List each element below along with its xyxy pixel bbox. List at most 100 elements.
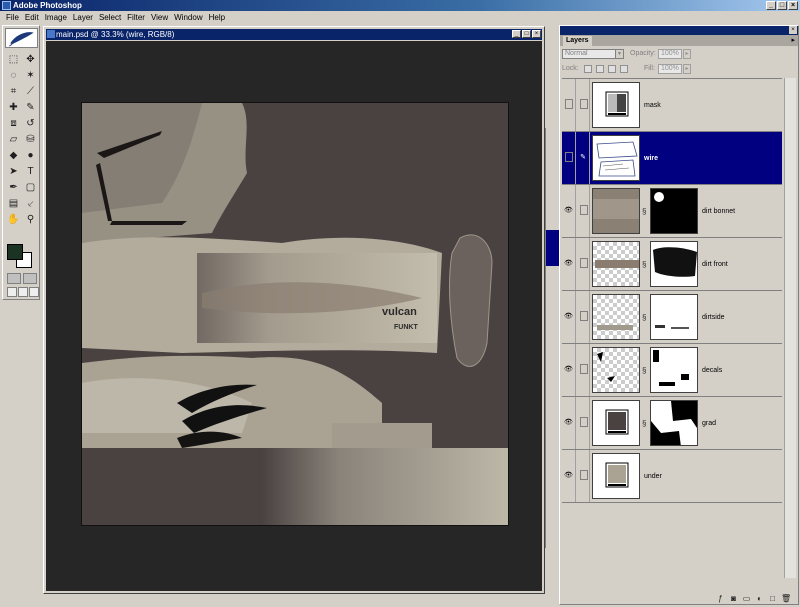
fill-arrow-icon[interactable]: ▸ xyxy=(683,64,691,74)
menu-edit[interactable]: Edit xyxy=(22,11,42,25)
path-selection-tool-icon[interactable]: ➤ xyxy=(5,163,22,179)
menu-layer[interactable]: Layer xyxy=(70,11,96,25)
lasso-tool-icon[interactable]: ◌ xyxy=(5,67,22,83)
layer-mask-thumbnail[interactable] xyxy=(650,400,698,446)
minimize-button[interactable]: _ xyxy=(766,1,776,10)
layer-mask-thumbnail[interactable] xyxy=(650,347,698,393)
opacity-field[interactable]: 100% xyxy=(658,49,682,59)
layer-row-under[interactable]: 👁 under xyxy=(562,450,782,503)
layer-row-decals[interactable]: 👁 § decals xyxy=(562,344,782,397)
type-tool-icon[interactable]: T xyxy=(22,163,39,179)
menu-file[interactable]: File xyxy=(3,11,22,25)
layer-mask-thumbnail[interactable] xyxy=(650,294,698,340)
lock-position-checkbox[interactable] xyxy=(608,65,616,73)
blend-mode-select[interactable]: Normal ▼ xyxy=(562,49,624,59)
hand-tool-icon[interactable]: ✋ xyxy=(5,211,22,227)
mask-link-icon[interactable]: § xyxy=(642,419,646,428)
layer-row-dirtside[interactable]: 👁 § dirtside xyxy=(562,291,782,344)
eraser-tool-icon[interactable]: ▱ xyxy=(5,131,22,147)
canvas-area[interactable]: vulcan FUNKT xyxy=(46,41,542,591)
history-brush-tool-icon[interactable]: ↺ xyxy=(22,115,39,131)
doc-minimize-button[interactable]: _ xyxy=(512,30,521,38)
healing-brush-tool-icon[interactable]: ✚ xyxy=(5,99,22,115)
palette-menu-arrow-icon[interactable]: ▸ xyxy=(791,36,795,44)
marquee-tool-icon[interactable]: ⬚ xyxy=(5,51,22,67)
feather-logo-icon[interactable] xyxy=(5,28,38,48)
trash-icon[interactable]: 🗑 xyxy=(781,594,791,603)
layer-row-dirt-bonnet[interactable]: 👁 § dirt bonnet xyxy=(562,185,782,238)
new-layer-icon[interactable]: □ xyxy=(768,594,777,603)
doc-close-button[interactable]: × xyxy=(532,30,541,38)
menu-select[interactable]: Select xyxy=(96,11,124,25)
layer-row-dirt-front[interactable]: 👁 § dirt front xyxy=(562,238,782,291)
eyedropper-tool-icon[interactable]: ⸔ xyxy=(22,195,39,211)
shape-tool-icon[interactable]: ▢ xyxy=(22,179,39,195)
menu-window[interactable]: Window xyxy=(171,11,205,25)
fill-field[interactable]: 100% xyxy=(658,64,682,74)
clone-stamp-tool-icon[interactable]: ⧈ xyxy=(5,115,22,131)
notes-tool-icon[interactable]: ▤ xyxy=(5,195,22,211)
menu-view[interactable]: View xyxy=(148,11,171,25)
layer-visibility-toggle[interactable]: 👁 xyxy=(562,344,576,396)
mask-link-icon[interactable]: § xyxy=(642,313,646,322)
zoom-tool-icon[interactable]: ⚲ xyxy=(22,211,39,227)
layer-link-toggle[interactable] xyxy=(577,79,590,131)
layer-row-wire[interactable]: ✎ wire xyxy=(562,132,782,185)
layer-mask-thumbnail[interactable] xyxy=(650,241,698,287)
layer-link-toggle[interactable] xyxy=(577,344,590,396)
layer-style-icon[interactable]: ƒ xyxy=(716,594,725,603)
layer-link-toggle[interactable] xyxy=(577,238,590,290)
move-tool-icon[interactable]: ✥ xyxy=(22,51,39,67)
opacity-arrow-icon[interactable]: ▸ xyxy=(683,49,691,59)
layer-visibility-toggle[interactable] xyxy=(562,132,576,184)
layer-link-toggle[interactable] xyxy=(577,185,590,237)
maximize-button[interactable]: □ xyxy=(777,1,787,10)
slice-tool-icon[interactable]: ⟋ xyxy=(22,83,39,99)
menu-help[interactable]: Help xyxy=(206,11,228,25)
magic-wand-tool-icon[interactable]: ✶ xyxy=(22,67,39,83)
layer-visibility-toggle[interactable]: 👁 xyxy=(562,291,576,343)
layer-visibility-toggle[interactable]: 👁 xyxy=(562,185,576,237)
menu-image[interactable]: Image xyxy=(42,11,70,25)
standard-mode-button[interactable] xyxy=(7,273,21,284)
screen-mode-full-button[interactable] xyxy=(29,287,39,297)
layer-link-toggle[interactable] xyxy=(577,291,590,343)
layers-scrollbar[interactable] xyxy=(784,78,796,578)
pen-tool-icon[interactable]: ✒ xyxy=(5,179,22,195)
background-window[interactable] xyxy=(545,128,560,548)
dodge-tool-icon[interactable]: ● xyxy=(22,147,39,163)
layer-link-toggle[interactable] xyxy=(577,450,590,502)
layer-visibility-toggle[interactable]: 👁 xyxy=(562,450,576,502)
layer-visibility-toggle[interactable]: 👁 xyxy=(562,238,576,290)
palette-titlebar[interactable]: × xyxy=(560,26,798,35)
layer-link-toggle[interactable]: ✎ xyxy=(577,132,590,184)
palette-close-button[interactable]: × xyxy=(789,26,797,34)
foreground-color-swatch[interactable] xyxy=(7,244,23,260)
tab-layers[interactable]: Layers xyxy=(563,36,592,46)
crop-tool-icon[interactable]: ⌗ xyxy=(5,83,22,99)
mask-link-icon[interactable]: § xyxy=(642,207,646,216)
quick-mask-mode-button[interactable] xyxy=(23,273,37,284)
layer-link-toggle[interactable] xyxy=(577,397,590,449)
menu-filter[interactable]: Filter xyxy=(124,11,148,25)
layer-visibility-toggle[interactable] xyxy=(562,79,576,131)
brush-tool-icon[interactable]: ✎ xyxy=(22,99,39,115)
document-canvas[interactable]: vulcan FUNKT xyxy=(81,102,509,526)
adjustment-layer-icon[interactable]: ◐ xyxy=(755,594,764,603)
paint-bucket-tool-icon[interactable]: ⛁ xyxy=(22,131,39,147)
mask-link-icon[interactable]: § xyxy=(642,366,646,375)
layer-row-mask[interactable]: mask xyxy=(562,79,782,132)
close-button[interactable]: × xyxy=(788,1,798,10)
mask-link-icon[interactable]: § xyxy=(642,260,646,269)
doc-maximize-button[interactable]: □ xyxy=(522,30,531,38)
layer-mask-thumbnail[interactable] xyxy=(650,188,698,234)
screen-mode-full-menu-button[interactable] xyxy=(18,287,28,297)
screen-mode-standard-button[interactable] xyxy=(7,287,17,297)
lock-image-checkbox[interactable] xyxy=(596,65,604,73)
layer-row-grad[interactable]: 👁 § grad xyxy=(562,397,782,450)
layer-visibility-toggle[interactable]: 👁 xyxy=(562,397,576,449)
add-mask-icon[interactable]: ◙ xyxy=(729,594,738,603)
document-titlebar[interactable]: main.psd @ 33.3% (wire, RGB/8) _ □ × xyxy=(46,29,542,40)
lock-transparency-checkbox[interactable] xyxy=(584,65,592,73)
new-set-icon[interactable]: ▭ xyxy=(742,594,751,603)
